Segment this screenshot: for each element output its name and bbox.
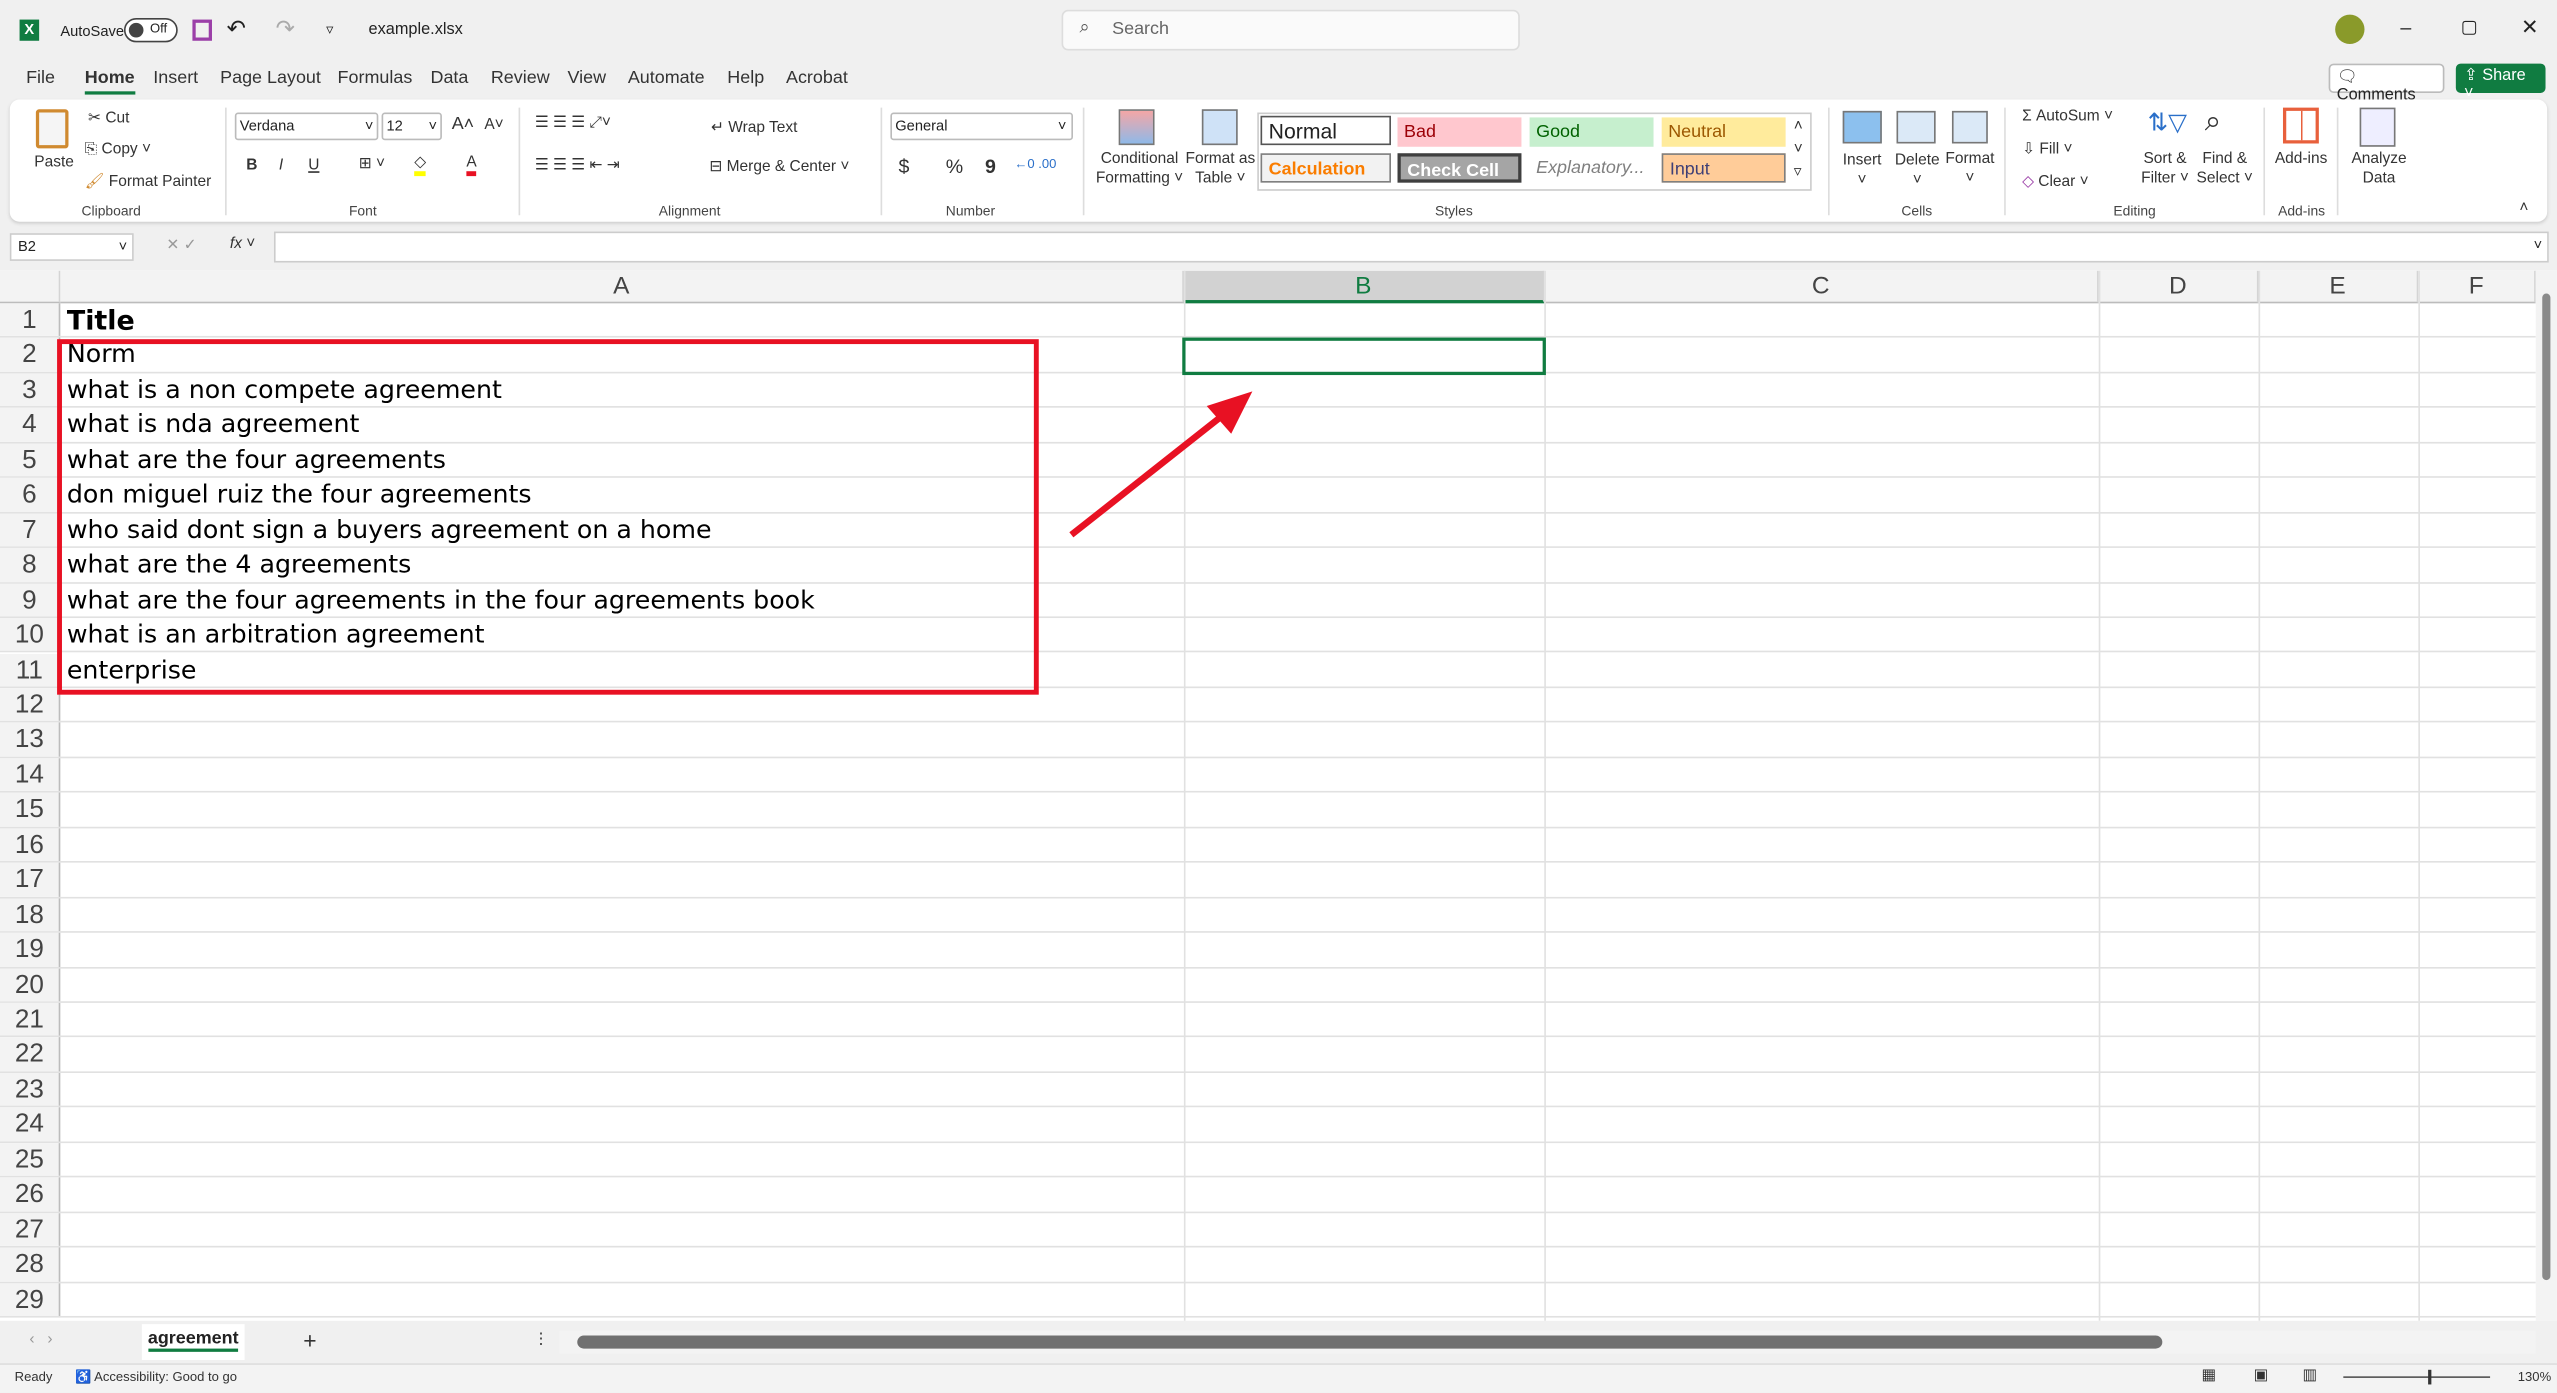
tab-splitter[interactable]: ⋮ <box>533 1331 548 1349</box>
accessibility-status[interactable]: ♿ Accessibility: Good to go <box>75 1370 237 1385</box>
zoom-slider[interactable] <box>2343 1369 2491 1385</box>
red-arrow <box>1069 391 1253 538</box>
page-break-view-icon[interactable]: ▥ <box>2303 1367 2318 1385</box>
sheet-tab-agreement[interactable]: agreement <box>141 1324 245 1361</box>
normal-view-icon[interactable]: ▦ <box>2201 1367 2216 1385</box>
zoom-level[interactable]: 130% <box>2518 1370 2551 1385</box>
status-bar <box>0 1363 2557 1393</box>
page-layout-view-icon[interactable]: ▣ <box>2254 1367 2269 1385</box>
add-sheet-button[interactable]: + <box>303 1327 316 1353</box>
prev-sheet-icon[interactable]: ‹ › <box>29 1331 52 1349</box>
status-ready: Ready <box>14 1369 53 1385</box>
horizontal-scrollbar[interactable] <box>559 1330 2536 1354</box>
